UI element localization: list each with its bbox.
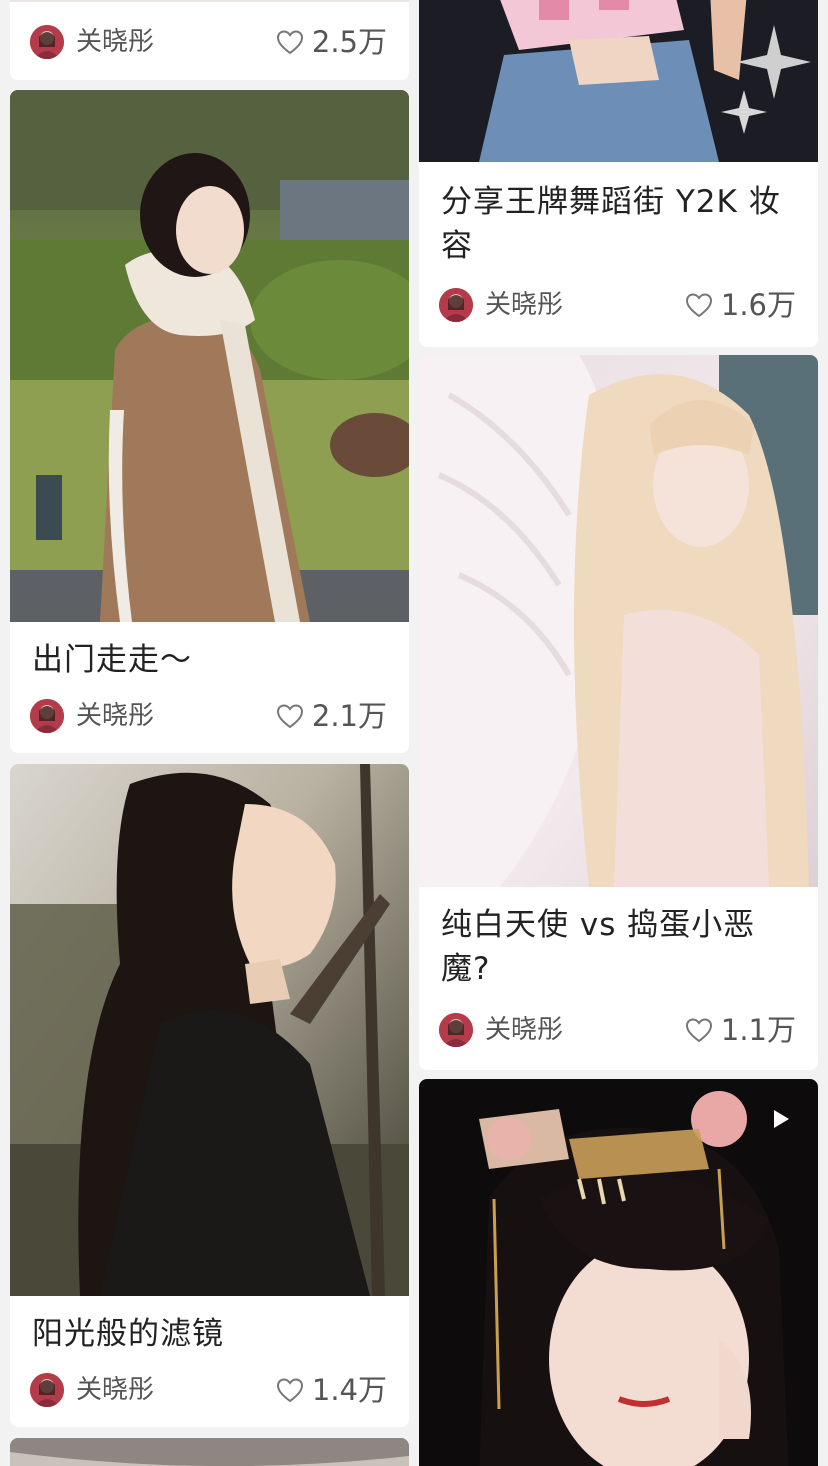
like-count: 1.1万	[720, 1013, 796, 1047]
note-card[interactable]: 分享王牌舞蹈街 Y2K 妆容 关晓彤 1.6万	[419, 0, 818, 347]
note-card[interactable]: 关晓彤 2.5万	[10, 0, 409, 80]
play-icon[interactable]	[772, 1109, 790, 1129]
note-cover-image	[419, 355, 818, 887]
heart-outline-icon	[276, 30, 303, 55]
note-cover-image	[419, 0, 818, 162]
author-avatar[interactable]	[30, 25, 64, 59]
note-cover-image	[10, 764, 409, 1296]
like-button[interactable]: 1.6万	[685, 285, 796, 325]
note-card[interactable]	[10, 1438, 409, 1466]
note-meta: 关晓彤 1.4万	[30, 1370, 387, 1410]
author-avatar[interactable]	[30, 699, 64, 733]
note-meta: 关晓彤 1.1万	[439, 1010, 796, 1050]
like-count: 2.1万	[311, 699, 387, 733]
heart-outline-icon	[685, 1018, 712, 1043]
note-card[interactable]	[419, 1079, 818, 1466]
note-meta: 关晓彤 1.6万	[439, 285, 796, 325]
like-count: 1.6万	[720, 288, 796, 322]
note-title[interactable]: 分享王牌舞蹈街 Y2K 妆容	[441, 180, 800, 268]
note-meta: 关晓彤 2.1万	[30, 696, 387, 736]
note-feed: 关晓彤 2.5万 出门走走～ 关晓彤 2.1万 阳光般的滤镜 关晓彤 1.4万 …	[0, 0, 828, 1466]
heart-outline-icon	[685, 293, 712, 318]
note-title[interactable]: 阳光般的滤镜	[32, 1312, 391, 1356]
like-button[interactable]: 2.5万	[276, 22, 387, 62]
heart-outline-icon	[276, 1378, 303, 1403]
author-name[interactable]: 关晓彤	[76, 24, 154, 60]
note-meta: 关晓彤 2.5万	[30, 22, 387, 62]
author-name[interactable]: 关晓彤	[76, 1372, 154, 1408]
author-avatar[interactable]	[439, 1013, 473, 1047]
note-title[interactable]: 纯白天使 vs 捣蛋小恶魔?	[441, 903, 800, 991]
author-name[interactable]: 关晓彤	[485, 287, 563, 323]
note-cover-image	[419, 1079, 818, 1466]
like-button[interactable]: 2.1万	[276, 696, 387, 736]
author-name[interactable]: 关晓彤	[485, 1012, 563, 1048]
author-avatar[interactable]	[439, 288, 473, 322]
like-count: 2.5万	[311, 25, 387, 59]
note-cover-image	[10, 0, 409, 2]
note-cover-image	[10, 1438, 409, 1466]
like-button[interactable]: 1.1万	[685, 1010, 796, 1050]
author-name[interactable]: 关晓彤	[76, 698, 154, 734]
heart-outline-icon	[276, 704, 303, 729]
note-card[interactable]: 出门走走～ 关晓彤 2.1万	[10, 90, 409, 753]
note-card[interactable]: 阳光般的滤镜 关晓彤 1.4万	[10, 764, 409, 1427]
note-title[interactable]: 出门走走～	[32, 638, 391, 682]
like-button[interactable]: 1.4万	[276, 1370, 387, 1410]
note-card[interactable]: 纯白天使 vs 捣蛋小恶魔? 关晓彤 1.1万	[419, 355, 818, 1070]
author-avatar[interactable]	[30, 1373, 64, 1407]
like-count: 1.4万	[311, 1373, 387, 1407]
note-cover-image	[10, 90, 409, 622]
